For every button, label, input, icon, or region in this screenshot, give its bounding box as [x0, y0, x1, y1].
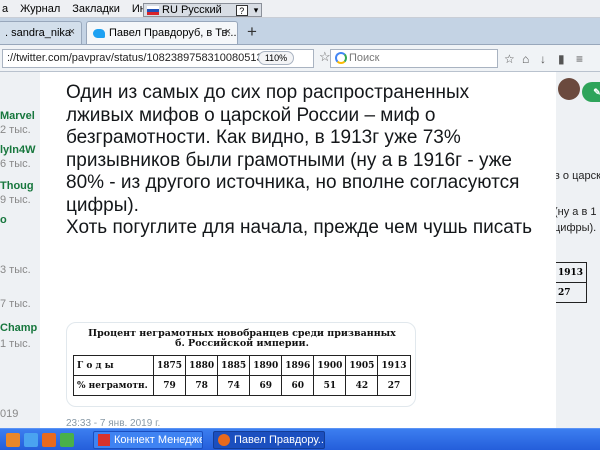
- right-snippet: в о царск: [556, 170, 600, 182]
- left-count: 1 тыс.: [0, 338, 31, 350]
- percent-cell: 79: [152, 375, 187, 396]
- row-label-percent: % неграмотн.: [73, 375, 154, 396]
- menu-item-history[interactable]: Журнал: [20, 3, 60, 15]
- percent-cell: 42: [345, 375, 379, 396]
- table-row: % неграмотн. 79 78 74 69 60 51 42 27: [73, 375, 411, 396]
- percent-cell: 51: [313, 375, 347, 396]
- left-user-name[interactable]: Champ: [0, 322, 37, 334]
- search-placeholder: Поиск: [349, 52, 380, 64]
- row-label-years: Г о д ы: [73, 355, 154, 376]
- tab-label: . sandra_nika: [5, 27, 72, 39]
- new-tab-button[interactable]: +: [247, 22, 257, 42]
- taskbar-item-connect-manager[interactable]: Коннект Менеджер: [93, 431, 203, 449]
- menu-item-tools-partial[interactable]: а: [2, 3, 8, 15]
- left-column-background: Marvel 2 тыс. lyIn4W 6 тыс. Thoug 9 тыс.…: [0, 72, 40, 428]
- home-icon[interactable]: ⌂: [522, 52, 529, 66]
- tab-twitter-pavel[interactable]: Павел Правдоруб, в Тв... ×: [86, 21, 238, 44]
- left-user-name[interactable]: lyIn4W: [0, 144, 35, 156]
- close-icon[interactable]: ×: [225, 26, 231, 38]
- flag-ru-icon: [147, 5, 159, 15]
- firefox-quicklaunch-icon[interactable]: [42, 433, 56, 447]
- navigation-bar: ://twitter.com/pavprav/status/1082389758…: [0, 45, 600, 72]
- percent-cell: 74: [217, 375, 251, 396]
- year-cell: 1900: [313, 355, 347, 376]
- year-cell: 1890: [249, 355, 283, 376]
- left-count: 2 тыс.: [0, 124, 31, 136]
- task-label: Коннект Менеджер: [114, 434, 203, 446]
- table-row: Г о д ы 1875 1880 1885 1890 1896 1900 19…: [73, 355, 411, 376]
- task-label: Павел Правдору...: [234, 434, 325, 446]
- language-bar[interactable]: RU Русский ? ▾: [143, 3, 263, 17]
- tweet-text: Один из самых до сих пор распространенны…: [66, 82, 533, 238]
- left-date: 019: [0, 408, 19, 420]
- connect-manager-icon: [98, 434, 110, 446]
- twitter-bird-icon: [93, 28, 105, 38]
- left-count: 3 тыс.: [0, 264, 31, 276]
- zoom-indicator[interactable]: 110%: [258, 51, 294, 65]
- left-count: 6 тыс.: [0, 158, 31, 170]
- help-icon[interactable]: ?: [235, 4, 248, 16]
- menu-icon[interactable]: ≡: [576, 52, 583, 66]
- right-column-background: ✎ в о царск (ну а в 1 цифры). 1913 27: [556, 72, 600, 428]
- percent-cell: 69: [249, 375, 283, 396]
- year-cell: 1896: [281, 355, 315, 376]
- left-user-name[interactable]: Marvel: [0, 110, 35, 122]
- search-input[interactable]: Поиск: [330, 49, 498, 68]
- left-count: 7 тыс.: [0, 298, 31, 310]
- language-label: RU Русский: [162, 4, 222, 16]
- mini-cell: 1913: [556, 262, 588, 283]
- menu-item-bookmarks[interactable]: Закладки: [72, 3, 120, 15]
- table-row: 1913: [556, 262, 588, 283]
- table-row: 27: [556, 282, 588, 303]
- library-icon[interactable]: ▮: [558, 52, 565, 66]
- right-snippet: (ну а в 1: [556, 206, 597, 218]
- page-content: Marvel 2 тыс. lyIn4W 6 тыс. Thoug 9 тыс.…: [0, 72, 600, 429]
- tab-label: Павел Правдоруб, в Тв...: [109, 27, 237, 39]
- ie-icon[interactable]: [24, 433, 38, 447]
- url-text: ://twitter.com/pavprav/status/1082389758…: [7, 52, 263, 64]
- right-snippet: цифры).: [556, 222, 597, 234]
- percent-cell: 78: [185, 375, 219, 396]
- right-mini-table: 1913 27: [556, 262, 588, 303]
- tab-sandra-nika[interactable]: . sandra_nika ×: [0, 21, 82, 44]
- quicklaunch-icon[interactable]: [60, 433, 74, 447]
- tweet-modal: Один из самых до сих пор распространенны…: [40, 72, 556, 429]
- close-icon[interactable]: ×: [69, 26, 75, 38]
- year-cell: 1913: [377, 355, 411, 376]
- bookmark-star-icon[interactable]: ☆: [319, 49, 331, 65]
- google-icon: [335, 52, 347, 64]
- tab-bar: . sandra_nika × Павел Правдоруб, в Тв...…: [0, 18, 600, 45]
- percent-cell: 27: [377, 375, 411, 396]
- left-user-name[interactable]: o: [0, 214, 7, 226]
- download-icon[interactable]: ↓: [540, 52, 546, 66]
- percent-cell: 60: [281, 375, 315, 396]
- quicklaunch-icon[interactable]: [6, 433, 20, 447]
- table-title: Процент неграмотных новобранцев среди пр…: [88, 328, 396, 349]
- left-count: 9 тыс.: [0, 194, 31, 206]
- bookmark-icon[interactable]: ☆: [504, 52, 515, 66]
- taskbar: Коннект Менеджер Павел Правдору...: [0, 428, 600, 450]
- mini-cell: 27: [556, 282, 588, 303]
- chevron-down-icon[interactable]: ▾: [254, 5, 259, 16]
- year-cell: 1885: [217, 355, 251, 376]
- left-user-name[interactable]: Thoug: [0, 180, 34, 192]
- year-cell: 1880: [185, 355, 219, 376]
- firefox-icon: [218, 434, 230, 446]
- tweet-button[interactable]: ✎: [582, 82, 600, 102]
- avatar[interactable]: [558, 78, 580, 100]
- tweet-image-table[interactable]: Процент неграмотных новобранцев среди пр…: [66, 322, 416, 407]
- menu-bar: а Журнал Закладки Инстру: [0, 0, 600, 18]
- taskbar-item-firefox[interactable]: Павел Правдору...: [213, 431, 325, 449]
- year-cell: 1875: [152, 355, 187, 376]
- illiteracy-table: Г о д ы 1875 1880 1885 1890 1896 1900 19…: [73, 355, 411, 396]
- year-cell: 1905: [345, 355, 379, 376]
